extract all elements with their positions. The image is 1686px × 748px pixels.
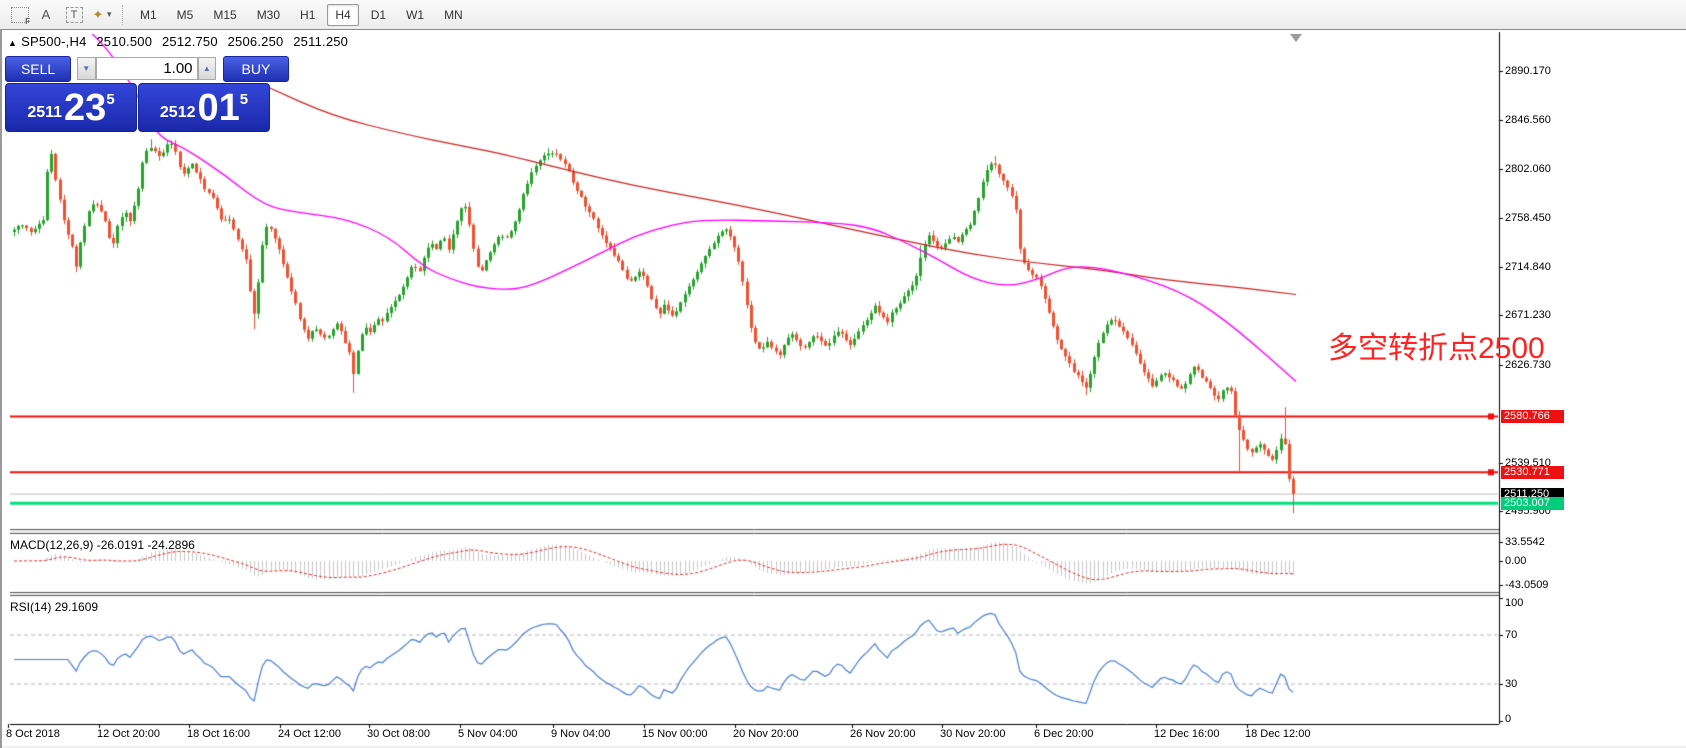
timeframe-m30[interactable]: M30 [249,4,288,26]
symbol-label: SP500-,H4 [21,34,86,49]
text-a-icon[interactable]: A [35,4,57,26]
timeframe-h1[interactable]: H1 [292,4,323,26]
timeframe-m5[interactable]: M5 [169,4,202,26]
main-chart-canvas[interactable] [2,30,1686,748]
time-tick-label: 30 Oct 08:00 [367,728,430,740]
time-tick-label: 24 Oct 12:00 [278,728,341,740]
ohlc-low: 2506.250 [228,34,284,49]
macd-axis-label: 33.5542 [1505,536,1545,548]
time-tick-label: 30 Nov 20:00 [940,728,1005,740]
ohlc-close: 2511.250 [293,34,348,49]
macd-axis-label: -43.0509 [1505,579,1548,591]
grid-f-icon[interactable]: F [3,4,29,26]
time-tick-label: 6 Dec 20:00 [1034,728,1093,740]
dropdown-arrow-icon: ▾ [107,9,112,20]
buy-button[interactable]: BUY [223,56,289,82]
shapes-icon[interactable]: ✦ ▾ [91,4,113,26]
buy-price-sup: 5 [240,91,248,108]
trend-triangle-icon: ▲ [8,38,17,48]
price-line-badge: 2503.007 [1501,497,1564,510]
rsi-axis-label: 70 [1505,629,1517,641]
sell-price-small: 2511 [27,104,62,122]
text-label-icon[interactable]: T [63,4,85,26]
timeframe-bar: M1M5M15M30H1H4D1W1MN [130,6,473,24]
top-toolbar: F A T ✦ ▾ M1M5M15M30H1H4D1W1MN [0,0,1686,30]
one-click-trade-panel: SELL ▼ ▲ BUY 2511 23 5 2512 01 5 [5,56,289,134]
toolbar-separator [122,5,124,25]
sell-price-big: 23 [64,89,106,127]
macd-axis-label: 0.00 [1505,555,1526,567]
price-tick-label: 2671.230 [1505,309,1551,321]
price-tick-label: 2714.840 [1505,261,1551,273]
chart-header: ▲ SP500-,H4 2510.500 2512.750 2506.250 25… [8,34,354,49]
time-axis[interactable]: 8 Oct 2018 12 Oct 20:00 18 Oct 16:00 24 Oct… [2,728,1686,748]
timeframe-d1[interactable]: D1 [363,4,394,26]
price-tick-label: 2802.060 [1505,163,1551,175]
time-tick-label: 12 Oct 20:00 [97,728,160,740]
chart-shift-marker-icon[interactable] [1290,34,1302,42]
time-tick-label: 26 Nov 20:00 [850,728,915,740]
price-tick-label: 2626.730 [1505,359,1551,371]
timeframe-m1[interactable]: M1 [132,4,165,26]
trade-panel-top-row: SELL ▼ ▲ BUY [5,56,289,82]
price-tick-label: 2758.450 [1505,212,1551,224]
mt4-application: F A T ✦ ▾ M1M5M15M30H1H4D1W1MN ▲ SP500-,H… [0,0,1686,748]
buy-price-big: 01 [197,89,239,127]
time-tick-label: 15 Nov 00:00 [642,728,707,740]
rsi-axis-label: 0 [1505,713,1511,725]
time-tick-label: 8 Oct 2018 [6,728,60,740]
sell-price-display[interactable]: 2511 23 5 [5,83,137,132]
ohlc-open: 2510.500 [96,34,152,49]
sell-price-sup: 5 [106,91,114,108]
volume-decrease-button[interactable]: ▼ [77,57,96,80]
buy-price-display[interactable]: 2512 01 5 [138,83,270,132]
volume-increase-button[interactable]: ▲ [198,57,217,80]
rsi-axis-label: 30 [1505,678,1517,690]
macd-indicator-label: MACD(12,26,9) -26.0191 -24.2896 [10,538,195,552]
time-tick-label: 18 Dec 12:00 [1245,728,1310,740]
timeframe-mn[interactable]: MN [436,4,471,26]
timeframe-h4[interactable]: H4 [327,4,358,26]
time-tick-label: 5 Nov 04:00 [458,728,517,740]
price-tick-label: 2846.560 [1505,114,1551,126]
time-tick-label: 9 Nov 04:00 [551,728,610,740]
sell-button[interactable]: SELL [5,56,71,82]
timeframe-w1[interactable]: W1 [398,4,432,26]
timeframe-m15[interactable]: M15 [205,4,244,26]
price-tick-label: 2890.170 [1505,65,1551,77]
buy-price-small: 2512 [160,104,196,122]
volume-input[interactable] [96,57,198,80]
chart-window: ▲ SP500-,H4 2510.500 2512.750 2506.250 25… [0,29,1686,748]
time-tick-label: 12 Dec 16:00 [1154,728,1219,740]
price-line-badge: 2580.766 [1501,410,1564,423]
price-line-badge: 2530.771 [1501,466,1564,479]
rsi-axis-label: 100 [1505,597,1523,609]
rsi-indicator-label: RSI(14) 29.1609 [10,600,98,614]
time-tick-label: 18 Oct 16:00 [187,728,250,740]
time-tick-label: 20 Nov 20:00 [733,728,798,740]
ohlc-high: 2512.750 [162,34,218,49]
